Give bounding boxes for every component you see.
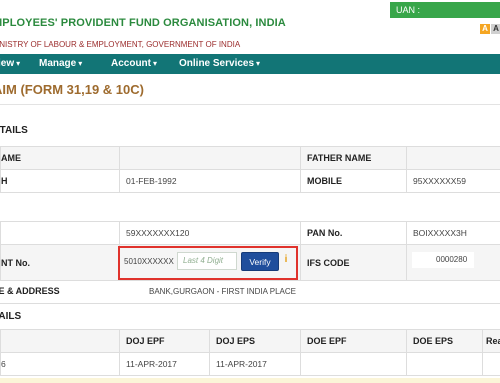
personal-details-heading: ETAILS — [0, 125, 28, 136]
doe-epf-value — [300, 352, 407, 376]
ministry-name: INISTRY OF LABOUR & EMPLOYMENT, GOVERNME… — [0, 40, 241, 49]
verify-button[interactable]: Verify — [241, 252, 279, 271]
table-row: DOJ EPF DOJ EPS DOE EPF DOE EPS Rea — [0, 329, 500, 353]
bank-address-value: BANK,GURGAON - FIRST INDIA PLACE — [149, 287, 296, 296]
table-row: AME FATHER NAME — [0, 146, 500, 170]
nav-view-label: iew — [0, 58, 15, 69]
member-id-cell: 6 — [0, 352, 120, 376]
doe-eps-value — [406, 352, 483, 376]
name-value — [119, 146, 301, 170]
dob-value: 01-FEB-1992 — [119, 169, 301, 193]
pan-value: BOIXXXXX3H — [406, 221, 500, 245]
ifs-code-value: 0000280 — [436, 255, 468, 264]
personal-details-table: AME FATHER NAME H 01-FEB-1992 MOBILE 95X… — [0, 146, 500, 193]
doe-eps-header: DOE EPS — [406, 329, 483, 353]
chevron-down-icon: ▾ — [256, 59, 261, 68]
nav-account[interactable]: Account ▾ — [111, 54, 157, 74]
doj-epf-value: 11-APR-2017 — [119, 352, 210, 376]
dob-label: H — [0, 169, 120, 193]
service-col-0 — [0, 329, 120, 353]
mobile-value: 95XXXXXX59 — [406, 169, 500, 193]
bank-address-label: IE & ADDRESS — [0, 286, 60, 296]
main-navbar: iew▾ Manage▾ Account▾ Online Services▾ — [0, 54, 500, 74]
father-name-label: FATHER NAME — [300, 146, 407, 170]
table-row: 6 11-APR-2017 11-APR-2017 — [0, 352, 500, 376]
nav-account-label: Account — [111, 58, 151, 69]
chevron-down-icon: ▾ — [153, 59, 158, 68]
title-divider — [0, 104, 500, 105]
font-size-decrease-button[interactable]: A — [480, 24, 490, 34]
aadhaar-value: 59XXXXXXX120 — [119, 221, 301, 245]
doj-eps-value: 11-APR-2017 — [209, 352, 301, 376]
table-row: H 01-FEB-1992 MOBILE 95XXXXXX59 — [0, 169, 500, 193]
chevron-down-icon: ▾ — [78, 59, 83, 68]
bank-address-row: IE & ADDRESS BANK,GURGAON - FIRST INDIA … — [0, 280, 500, 304]
info-icon[interactable]: i — [282, 254, 290, 266]
mobile-label: MOBILE — [300, 169, 407, 193]
organisation-name: MPLOYEES' PROVIDENT FUND ORGANISATION, I… — [0, 17, 286, 29]
doe-epf-header: DOE EPF — [300, 329, 407, 353]
reason-header: Rea — [482, 329, 500, 353]
aadhaar-label — [0, 221, 120, 245]
nav-online-services-label: Online Services — [179, 58, 255, 69]
page-title: AIM (FORM 31,19 & 10C) — [0, 82, 144, 97]
doj-epf-header: DOJ EPF — [119, 329, 210, 353]
table-row: 59XXXXXXX120 PAN No. BOIXXXXX3H — [0, 221, 500, 245]
bank-account-masked: 5010XXXXXX — [124, 257, 174, 266]
father-name-value — [406, 146, 500, 170]
doj-eps-header: DOJ EPS — [209, 329, 301, 353]
site-header: MPLOYEES' PROVIDENT FUND ORGANISATION, I… — [0, 0, 500, 56]
uan-display: UAN : — [390, 2, 500, 18]
nav-manage-label: Manage — [39, 58, 77, 69]
nav-view[interactable]: iew▾ — [0, 54, 20, 74]
nav-online-services[interactable]: Online Services ▾ — [179, 54, 260, 74]
bank-account-label: NT No. — [0, 244, 120, 281]
service-details-table: DOJ EPF DOJ EPS DOE EPF DOE EPS Rea 6 11… — [0, 329, 500, 376]
bottom-notice-strip — [0, 378, 500, 383]
ifs-code-label: IFS CODE — [300, 244, 407, 281]
service-details-heading: TAILS — [0, 311, 22, 322]
last-4-digit-input[interactable]: Last 4 Digit — [177, 252, 237, 270]
pan-label: PAN No. — [300, 221, 407, 245]
name-label: AME — [0, 146, 120, 170]
nav-manage[interactable]: Manage ▾ — [39, 54, 82, 74]
chevron-down-icon: ▾ — [16, 59, 21, 68]
font-size-default-button[interactable]: A — [491, 24, 500, 34]
reason-value — [482, 352, 500, 376]
